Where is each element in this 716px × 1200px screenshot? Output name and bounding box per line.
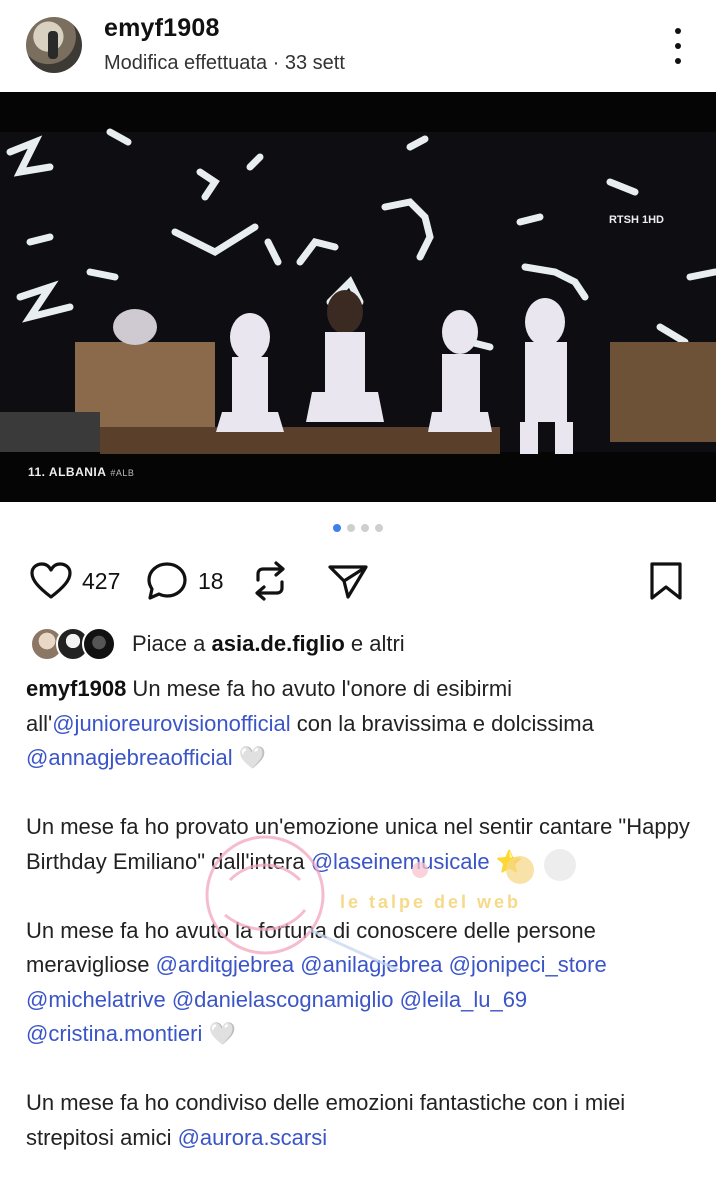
post-edited-time: Modifica effettuata · 33 sett xyxy=(104,52,345,74)
carousel-dot xyxy=(347,524,355,532)
mention-link[interactable]: @laseinemusicale xyxy=(311,849,490,874)
heart-outline-icon xyxy=(30,562,72,599)
post-header: emyf1908 Modifica effettuata · 33 sett xyxy=(0,0,716,92)
comment-button[interactable]: 18 xyxy=(146,556,224,606)
country-label: 11. ALBANIA xyxy=(28,465,107,479)
caption-paragraph: emyf1908 Un mese fa ho avuto l'onore di … xyxy=(26,672,696,776)
username[interactable]: emyf1908 xyxy=(104,14,220,43)
mention-link[interactable]: @cristina.montieri xyxy=(26,1021,202,1046)
more-vertical-icon[interactable] xyxy=(668,28,688,64)
mention-link[interactable]: @arditgjebrea xyxy=(156,952,295,977)
caption-text: con la bravissima e dolcissima xyxy=(290,710,594,736)
video-caption-bar: 11. ALBANIA #ALB xyxy=(28,465,134,479)
channel-logo: RTSH 1HD xyxy=(608,214,664,226)
repost-icon xyxy=(255,561,285,601)
mention-link[interactable]: @jonipeci_store xyxy=(449,952,607,977)
send-icon xyxy=(328,565,368,599)
liked-by-user[interactable]: asia.de.figlio xyxy=(212,631,345,656)
caption-username[interactable]: emyf1908 xyxy=(26,676,126,701)
carousel-dot-active xyxy=(333,524,341,532)
liked-by-row[interactable]: Piace a asia.de.figlio e altri xyxy=(30,626,405,662)
video-frame-illustration xyxy=(0,92,716,502)
liker-avatars xyxy=(30,627,120,661)
mention-link[interactable]: @aurora.scarsi xyxy=(178,1125,328,1150)
caption-paragraph: Un mese fa ho avuto la fortuna di conosc… xyxy=(26,914,696,1052)
caption-paragraph: Un mese fa ho provato un'emozione unica … xyxy=(26,810,696,879)
mention-link[interactable]: @annagjebreaofficial xyxy=(26,745,233,770)
post-media-video[interactable]: RTSH 1HD xyxy=(0,92,716,502)
white-heart-emoji: 🤍 xyxy=(232,745,267,770)
save-button[interactable] xyxy=(646,556,686,606)
star-emoji: ⭐ xyxy=(489,848,524,874)
mention-link[interactable]: @danielascognamiglio xyxy=(172,987,394,1012)
repost-button[interactable] xyxy=(250,556,290,606)
mention-link[interactable]: @michelatrive xyxy=(26,987,166,1012)
comment-count: 18 xyxy=(198,567,224,594)
carousel-dot xyxy=(361,524,369,532)
mention-link[interactable]: @leila_lu_69 xyxy=(400,987,528,1012)
mention-link[interactable]: @junioreurovisionofficial xyxy=(52,711,290,736)
comment-bubble-icon xyxy=(147,562,187,600)
post-caption: emyf1908 Un mese fa ho avuto l'onore di … xyxy=(26,672,696,1190)
mention-link[interactable]: @anilagjebrea xyxy=(300,952,442,977)
like-count: 427 xyxy=(82,567,121,594)
share-button[interactable] xyxy=(326,556,370,606)
liked-by-text: Piace a asia.de.figlio e altri xyxy=(132,631,405,657)
caption-paragraph: Un mese fa ho condiviso delle emozioni f… xyxy=(26,1086,696,1155)
bookmark-icon xyxy=(650,562,682,600)
profile-avatar[interactable] xyxy=(26,17,82,73)
country-tag: #ALB xyxy=(110,468,135,478)
white-heart-emoji: 🤍 xyxy=(202,1021,236,1046)
avatar xyxy=(82,627,116,661)
like-button[interactable]: 427 xyxy=(30,556,120,606)
liked-by-suffix: e altri xyxy=(344,631,405,656)
carousel-dot xyxy=(375,524,383,532)
post-actions: 427 18 xyxy=(0,556,716,606)
liked-by-prefix: Piace a xyxy=(132,631,212,656)
carousel-indicator xyxy=(0,524,716,532)
